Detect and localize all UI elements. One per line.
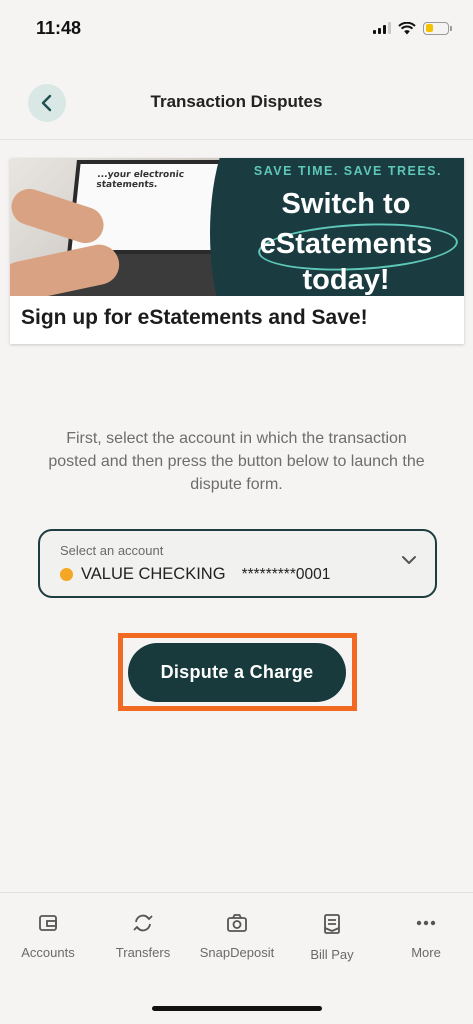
account-status-dot	[60, 568, 73, 581]
nav-item-transfers[interactable]: Transfers	[96, 913, 190, 960]
account-select[interactable]: Select an account VALUE CHECKING *******…	[38, 529, 437, 598]
estatements-banner[interactable]: ...your electronic statements. SAVE TIME…	[10, 158, 464, 344]
dispute-charge-button[interactable]: Dispute a Charge	[128, 643, 346, 702]
status-bar: 11:48	[0, 0, 473, 56]
cellular-signal-icon	[373, 22, 391, 34]
more-dots-icon	[416, 920, 436, 926]
select-label: Select an account	[60, 543, 164, 558]
nav-item-snapdeposit[interactable]: SnapDeposit	[190, 913, 284, 960]
nav-item-more[interactable]: More	[379, 913, 473, 960]
page-title: Transaction Disputes	[150, 91, 323, 111]
banner-image: ...your electronic statements. SAVE TIME…	[10, 158, 464, 296]
nav-label-accounts: Accounts	[21, 945, 75, 960]
nav-item-accounts[interactable]: Accounts	[1, 913, 95, 960]
laptop-photo: ...your electronic statements.	[10, 158, 242, 296]
instructions-text: First, select the account in which the t…	[48, 430, 425, 493]
account-name: VALUE CHECKING	[81, 565, 226, 583]
bottom-nav: Accounts Transfers SnapDeposit Bill Pay	[0, 892, 473, 1024]
battery-icon	[423, 21, 452, 35]
transfer-arrows-icon	[133, 914, 153, 932]
nav-label-bill-pay: Bill Pay	[310, 947, 354, 962]
account-number: *********0001	[241, 565, 331, 583]
chevron-down-icon	[402, 556, 416, 564]
camera-icon	[227, 914, 247, 932]
header: Transaction Disputes	[0, 70, 473, 140]
nav-label-snapdeposit: SnapDeposit	[199, 945, 275, 960]
banner-headline-1: Switch to	[281, 188, 411, 220]
back-button[interactable]	[28, 84, 66, 122]
selected-account: VALUE CHECKING *********0001	[60, 565, 330, 584]
wifi-icon	[398, 21, 416, 34]
banner-tagline: SAVE TIME. SAVE TREES.	[253, 164, 442, 178]
banner-caption: Sign up for eStatements and Save!	[21, 306, 368, 329]
banner-headline-3: today!	[302, 264, 390, 296]
nav-label-transfers: Transfers	[115, 945, 171, 960]
home-indicator	[152, 1006, 322, 1011]
bill-icon	[324, 914, 340, 934]
status-time: 11:48	[36, 17, 82, 38]
wallet-icon	[39, 915, 57, 931]
chevron-left-icon	[41, 94, 52, 112]
banner-headline-2: eStatements	[259, 228, 433, 260]
nav-label-more: More	[411, 945, 441, 960]
nav-item-bill-pay[interactable]: Bill Pay	[285, 913, 379, 962]
status-icons	[373, 21, 452, 35]
